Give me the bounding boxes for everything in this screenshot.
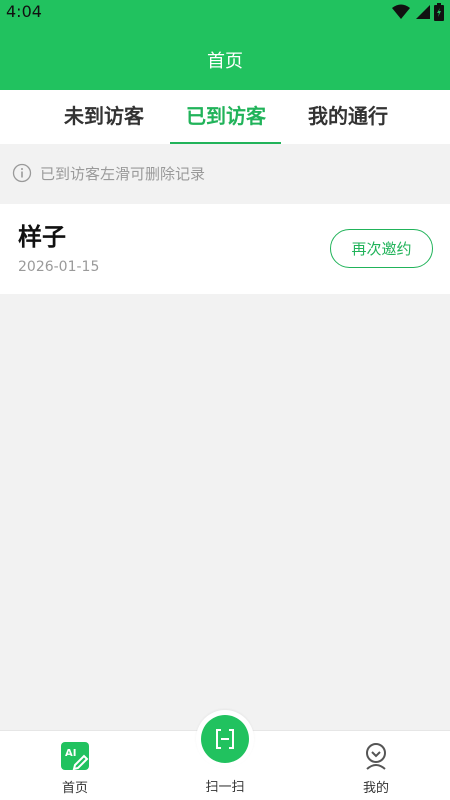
visitor-tabs: 未到访客 已到访客 我的通行 <box>0 90 450 144</box>
reinvite-button[interactable]: 再次邀约 <box>330 229 433 268</box>
visit-date: 2026-01-15 <box>18 259 100 275</box>
signal-icon <box>416 5 430 19</box>
ai-home-icon: AI <box>61 742 89 771</box>
nav-home-label: 首页 <box>61 781 88 796</box>
scan-button-circle[interactable] <box>201 715 249 763</box>
scan-button[interactable] <box>196 710 254 768</box>
visitor-card[interactable]: 样子 2026-01-15 再次邀约 <box>0 204 450 294</box>
swipe-delete-tip: 已到访客左滑可删除记录 <box>0 155 450 191</box>
user-icon <box>366 743 386 770</box>
nav-mine-label: 我的 <box>362 781 389 796</box>
page-title: 首页 <box>207 51 243 72</box>
info-icon <box>12 163 32 183</box>
tip-text: 已到访客左滑可删除记录 <box>40 164 206 183</box>
tab-arrived[interactable]: 已到访客 <box>166 102 286 144</box>
active-tab-indicator <box>170 142 281 144</box>
nav-home[interactable]: AI 首页 <box>35 741 115 796</box>
scan-label: 扫一扫 <box>205 780 245 795</box>
ai-badge-text: AI <box>65 748 76 759</box>
nav-mine[interactable]: 我的 <box>336 741 416 796</box>
battery-icon <box>434 3 444 21</box>
tab-my-pass[interactable]: 我的通行 <box>288 102 408 144</box>
wifi-icon <box>392 4 410 19</box>
status-bar: 4:04 <box>0 0 450 24</box>
tab-not-arrived[interactable]: 未到访客 <box>44 102 164 144</box>
scan-icon <box>216 729 234 749</box>
status-time: 4:04 <box>6 2 42 21</box>
status-icons <box>392 2 444 22</box>
visitor-name: 样子 <box>18 223 66 251</box>
top-header: 4:04 首页 <box>0 0 450 90</box>
